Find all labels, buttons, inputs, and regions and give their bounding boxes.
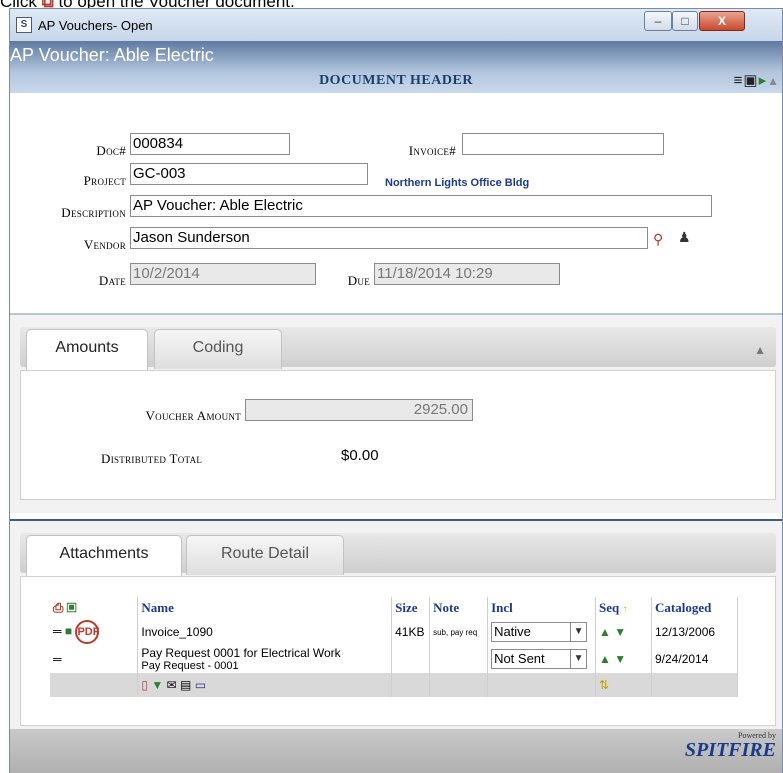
date-label: Date <box>98 273 126 288</box>
add-clipboard-icon[interactable]: ▤ <box>180 678 191 692</box>
document-bar: AP Voucher: Able Electric DOCUMENT HEADE… <box>10 41 782 93</box>
drag-handle-icon[interactable]: ═ <box>53 652 62 666</box>
drag-handle-icon[interactable]: ═ <box>53 624 62 638</box>
move-down-icon[interactable]: ▼ <box>614 625 626 639</box>
attachment-cataloged: 12/13/2006 <box>651 619 738 645</box>
description-field[interactable]: AP Voucher: Able Electric <box>130 195 712 217</box>
attachment-note[interactable] <box>429 645 489 673</box>
chevron-down-icon[interactable]: ▼ <box>570 623 586 641</box>
add-filter-icon[interactable]: ▼ <box>151 678 163 692</box>
ap-voucher-window: S AP Vouchers- Open – □ X AP Voucher: Ab… <box>9 8 783 773</box>
voucher-amount-field[interactable]: 2925.00 <box>245 399 473 421</box>
attachment-size <box>391 645 431 673</box>
attachments-panel: Attachments Route Detail ⎙ ▣ Name Size N… <box>10 519 782 733</box>
flag-icon[interactable]: ▸ <box>759 72 768 89</box>
col-incl[interactable]: Incl <box>487 597 597 619</box>
col-cataloged[interactable]: Cataloged <box>651 597 738 619</box>
amounts-tab-body: Voucher Amount 2925.00 Distributed Total… <box>20 370 776 500</box>
chevron-down-icon[interactable]: ▼ <box>570 650 586 668</box>
doc-number-label: Doc# <box>96 143 126 158</box>
document-title: AP Voucher: Able Electric <box>10 45 214 65</box>
app-icon: S <box>16 17 32 33</box>
attachment-note[interactable]: sub, pay req <box>429 619 489 645</box>
maximize-button[interactable]: □ <box>672 11 698 31</box>
attachment-name[interactable]: Invoice_1090 <box>137 619 393 645</box>
project-label: Project <box>83 173 126 188</box>
project-field[interactable]: GC-003 <box>130 163 368 185</box>
close-button[interactable]: X <box>699 11 745 31</box>
move-down-icon[interactable]: ▼ <box>614 652 626 666</box>
tab-attachments[interactable]: Attachments <box>26 535 182 576</box>
collapse-up-icon[interactable]: ▲ <box>767 74 780 88</box>
project-name-link[interactable]: Northern Lights Office Bldg <box>385 177 529 189</box>
vendor-field[interactable]: Jason Sunderson <box>130 227 648 249</box>
section-header: DOCUMENT HEADER <box>319 73 473 88</box>
table-row: ═ Pay Request 0001 for Electrical Work P… <box>50 645 738 673</box>
minimize-button[interactable]: – <box>644 11 672 31</box>
collapse-triangle-icon[interactable]: ▲ <box>754 343 766 357</box>
incl-select[interactable]: Native ▼ <box>491 622 588 642</box>
table-header-row: ⎙ ▣ Name Size Note Incl Seq ↑ Cataloged <box>50 597 738 619</box>
due-field[interactable]: 11/18/2014 10:29 <box>374 263 560 285</box>
resequence-icon[interactable]: ⇅ <box>599 678 609 692</box>
due-label: Due <box>347 273 370 288</box>
tab-amounts[interactable]: Amounts <box>26 329 148 370</box>
title-bar: S AP Vouchers- Open – □ X <box>10 9 782 41</box>
save-icon[interactable]: ▣ <box>743 72 758 89</box>
menu-icon[interactable]: ≡ <box>734 72 744 89</box>
window-title: AP Vouchers- Open <box>38 18 153 33</box>
attachment-size: 41KB <box>391 619 431 645</box>
col-note[interactable]: Note <box>429 597 489 619</box>
description-label: Description <box>61 205 126 220</box>
footer-bar: Powered by SPITFIRE <box>10 729 782 773</box>
add-attachment-icon[interactable]: ▣ <box>67 600 77 615</box>
attachment-cataloged: 9/24/2014 <box>651 645 738 673</box>
col-name[interactable]: Name <box>137 597 393 619</box>
col-size[interactable]: Size <box>391 597 431 619</box>
incl-select[interactable]: Not Sent ▼ <box>491 649 588 669</box>
table-toolbar-row: ▯ ▼ ✉ ▤ ▭ ⇅ <box>50 673 738 697</box>
date-field[interactable]: 10/2/2014 <box>130 263 316 285</box>
table-row: ═ ■ PDF Invoice_1090 41KB sub, pay req N… <box>50 619 738 645</box>
tab-route-detail[interactable]: Route Detail <box>186 535 344 575</box>
distributed-total-value: $0.00 <box>341 447 379 464</box>
spitfire-logo: Powered by SPITFIRE <box>684 731 776 761</box>
header-toolbar: ≡▣▸▲ <box>734 71 780 89</box>
screen-capture-icon[interactable]: ▭ <box>195 678 206 692</box>
move-up-icon[interactable]: ▲ <box>599 652 611 666</box>
attachment-subtitle: Pay Request - 0001 <box>141 660 239 672</box>
voucher-amount-label: Voucher Amount <box>145 408 241 423</box>
user-icon[interactable]: ♟ <box>678 229 691 246</box>
vendor-label: Vendor <box>83 237 126 252</box>
move-up-icon[interactable]: ▲ <box>599 625 611 639</box>
invoice-number-field[interactable] <box>462 133 664 155</box>
attachment-name[interactable]: Pay Request 0001 for Electrical Work <box>141 646 388 660</box>
pdf-icon[interactable]: PDF <box>75 620 100 644</box>
lock-icon[interactable]: ■ <box>65 624 72 638</box>
new-document-icon[interactable]: ▯ <box>141 678 148 692</box>
tab-coding[interactable]: Coding <box>154 329 282 369</box>
amounts-panel: Amounts Coding ▲ Voucher Amount 2925.00 … <box>10 313 782 513</box>
invoice-number-label: Invoice# <box>408 143 456 158</box>
scan-icon[interactable]: ⎙ <box>53 600 63 615</box>
distributed-total-label: Distributed Total <box>101 451 203 466</box>
window-content: AP Voucher: Able Electric DOCUMENT HEADE… <box>10 41 782 773</box>
col-seq[interactable]: Seq ↑ <box>595 597 652 619</box>
search-icon[interactable]: ⚲ <box>653 231 663 248</box>
sort-up-icon: ↑ <box>622 604 628 615</box>
attachments-table: ⎙ ▣ Name Size Note Incl Seq ↑ Cataloged … <box>50 597 738 697</box>
add-email-icon[interactable]: ✉ <box>167 678 177 692</box>
doc-number-field[interactable]: 000834 <box>130 133 290 155</box>
